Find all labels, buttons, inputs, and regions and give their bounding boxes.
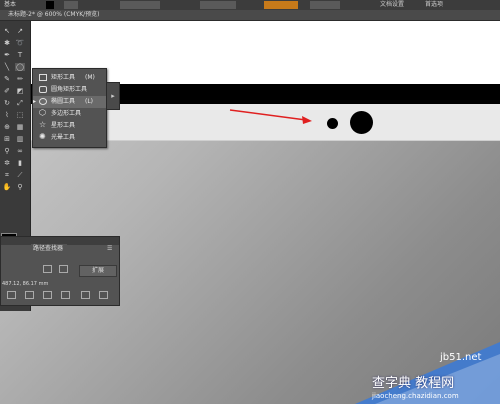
panel-menu-icon[interactable]: ☰ <box>107 244 117 253</box>
document-tab[interactable]: 未标题-2* @ 600% (CMYK/预览) <box>8 10 100 20</box>
slice-tool-icon[interactable]: ⟋ <box>15 171 25 179</box>
polygon-icon: ⬡ <box>39 108 46 117</box>
symbol-sprayer-tool-icon[interactable]: ✲ <box>2 159 12 167</box>
shape-tool-flyout: 矩形工具 (M) 圆角矩形工具 ▸ 椭圆工具 (L) ⬡ 多边形工具 ☆ 星形工… <box>32 68 107 148</box>
flare-tool-item[interactable]: ✺ 光晕工具 <box>33 132 106 144</box>
pathfinder-panel: 路径查找器 ☰ 扩展 <box>0 236 120 306</box>
blob-brush-tool-icon[interactable]: ✐ <box>2 87 12 95</box>
opacity-field[interactable] <box>200 1 236 9</box>
stroke-dropdown[interactable] <box>64 1 78 9</box>
scale-tool-icon[interactable]: ⤢ <box>15 99 25 107</box>
ellipse-icon <box>39 98 47 105</box>
eraser-tool-icon[interactable]: ◩ <box>15 87 25 95</box>
shape-builder-tool-icon[interactable]: ⊕ <box>2 123 12 131</box>
width-tool-icon[interactable]: ⌇ <box>2 111 12 119</box>
type-tool-icon[interactable]: T <box>15 51 25 59</box>
divide-icon[interactable] <box>7 291 16 299</box>
flare-icon: ✺ <box>39 132 46 141</box>
document-setup-button[interactable]: 文档设置 <box>380 0 404 9</box>
small-circle-shape[interactable] <box>327 118 338 129</box>
coordinate-readout: 487.12, 86.17 mm <box>2 281 49 287</box>
transform-field[interactable] <box>310 1 340 9</box>
star-icon: ☆ <box>39 120 47 129</box>
mesh-tool-icon[interactable]: ⊞ <box>2 135 12 143</box>
pathfinder-tab[interactable]: 路径查找器 <box>31 244 67 253</box>
direct-selection-tool-icon[interactable]: ↗ <box>15 27 25 35</box>
minus-front-icon[interactable] <box>59 265 68 273</box>
merge-icon[interactable] <box>43 291 52 299</box>
pen-tool-icon[interactable]: ✒ <box>2 51 12 59</box>
fill-color-chip[interactable] <box>46 1 54 9</box>
perspective-grid-tool-icon[interactable]: ▦ <box>15 123 25 131</box>
line-tool-icon[interactable]: ╲ <box>2 63 12 71</box>
document-tab-bar: 未标题-2* @ 600% (CMYK/预览) <box>0 10 500 21</box>
zoom-tool-icon[interactable]: ⚲ <box>15 183 25 191</box>
tearoff-handle[interactable]: ▸ <box>106 82 120 110</box>
minus-back-icon[interactable] <box>99 291 108 299</box>
rounded-rectangle-tool-item[interactable]: 圆角矩形工具 <box>33 84 106 96</box>
blend-tool-icon[interactable]: ∞ <box>15 147 25 155</box>
paintbrush-tool-icon[interactable]: ✎ <box>2 75 12 83</box>
eyedropper-tool-icon[interactable]: ⚲ <box>2 147 12 155</box>
rectangle-tool-item[interactable]: 矩形工具 (M) <box>33 72 106 84</box>
magic-wand-tool-icon[interactable]: ✱ <box>2 39 12 47</box>
watermark-site: jb51.net <box>440 352 482 363</box>
expand-button[interactable]: 扩展 <box>79 265 117 277</box>
lasso-tool-icon[interactable]: ➰ <box>15 39 25 47</box>
highlight-field[interactable] <box>264 1 298 9</box>
ellipse-tool-icon[interactable]: ◯ <box>15 63 25 71</box>
selection-tool-icon[interactable]: ↖ <box>2 27 12 35</box>
large-circle-shape[interactable] <box>350 111 373 134</box>
star-tool-item[interactable]: ☆ 星形工具 <box>33 120 106 132</box>
hand-tool-icon[interactable]: ✋ <box>2 183 12 191</box>
annotation-arrow <box>229 109 312 124</box>
rectangle-icon <box>39 74 47 81</box>
column-graph-tool-icon[interactable]: ▮ <box>15 159 25 167</box>
preferences-button[interactable]: 首选项 <box>425 0 443 9</box>
rounded-rectangle-icon <box>39 86 47 93</box>
rotate-tool-icon[interactable]: ↻ <box>2 99 12 107</box>
ellipse-tool-item[interactable]: ▸ 椭圆工具 (L) <box>33 96 106 108</box>
watermark-title: 查字典 教程网 <box>372 376 455 391</box>
watermark-url: jiaocheng.chazidian.com <box>372 392 459 400</box>
unite-icon[interactable] <box>43 265 52 273</box>
trim-icon[interactable] <box>25 291 34 299</box>
artboard-tool-icon[interactable]: ⌗ <box>2 171 12 179</box>
polygon-tool-item[interactable]: ⬡ 多边形工具 <box>33 108 106 120</box>
pencil-tool-icon[interactable]: ✏ <box>15 75 25 83</box>
workspace-label[interactable]: 基本 <box>4 0 16 9</box>
free-transform-tool-icon[interactable]: ⬚ <box>15 111 25 119</box>
outline-icon[interactable] <box>81 291 90 299</box>
style-dropdown[interactable] <box>120 1 160 9</box>
crop-icon[interactable] <box>61 291 70 299</box>
selected-bullet-icon: ▸ <box>33 98 37 105</box>
gradient-tool-icon[interactable]: ▥ <box>15 135 25 143</box>
